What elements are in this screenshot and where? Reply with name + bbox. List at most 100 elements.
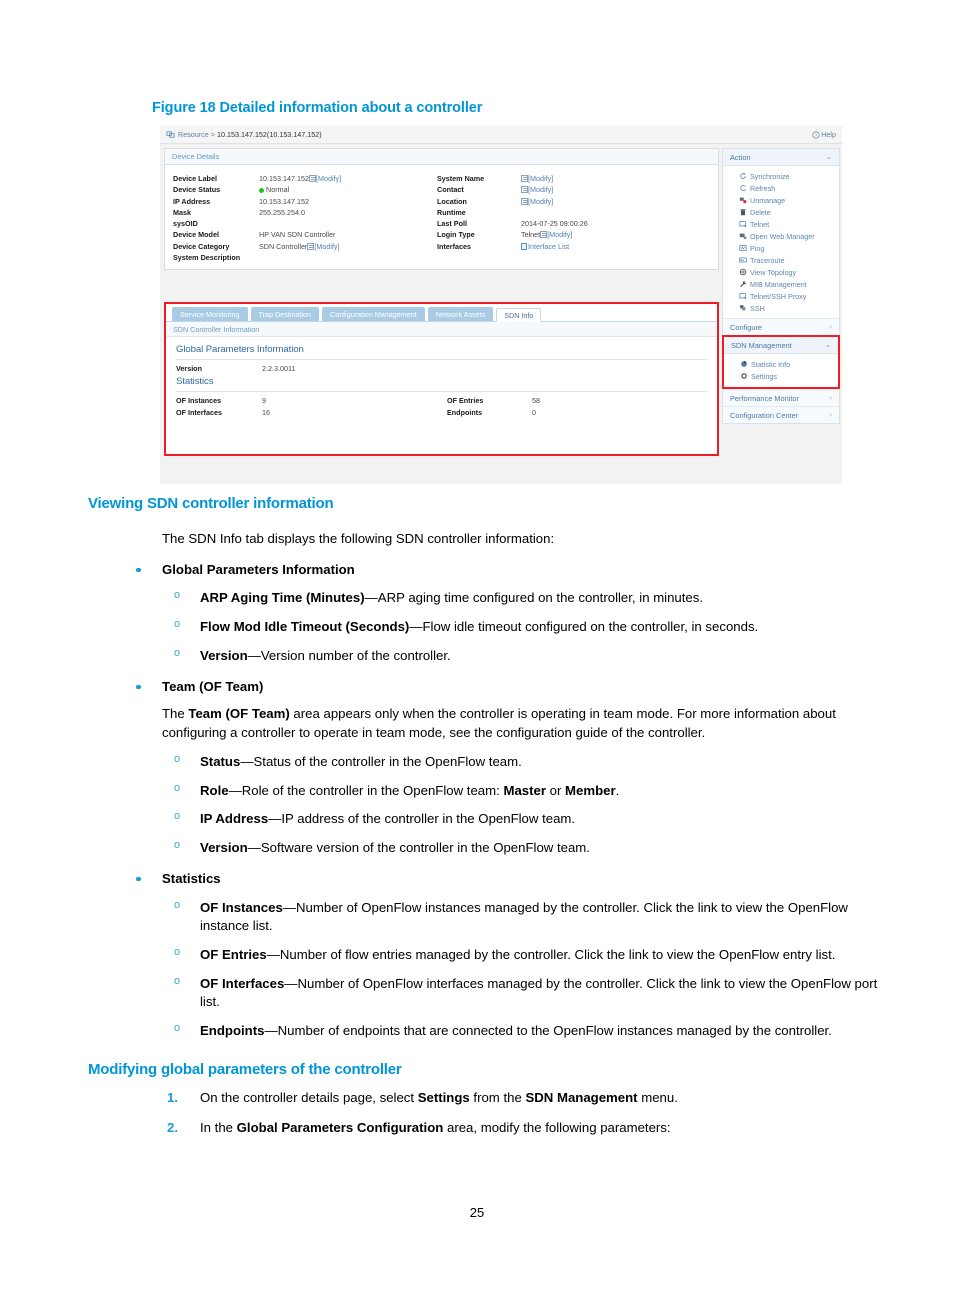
figure-caption: Figure 18 Detailed information about a c… [152, 100, 483, 116]
step-text-a: In the [200, 1119, 237, 1135]
ping-icon [739, 245, 747, 251]
field-label: Interfaces [437, 241, 471, 251]
action-item-ping[interactable]: Ping [723, 242, 839, 254]
field-label: Device Category [173, 241, 230, 251]
configuration-center-section-header[interactable]: Configuration Center › [723, 406, 839, 423]
desc: —ARP aging time configured on the contro… [364, 590, 704, 606]
interface-list-link[interactable]: Interface List [528, 242, 569, 251]
tab-trap-destination[interactable]: Trap Destination [250, 307, 319, 321]
field-label: Location [437, 196, 467, 206]
step-text-mid: from the [469, 1089, 526, 1105]
field-label: Login Type [437, 230, 475, 240]
stat-value-of-instances[interactable]: 9 [262, 396, 447, 405]
configuration-center-title: Configuration Center [730, 410, 799, 420]
sdn-item-settings[interactable]: Settings [724, 370, 838, 382]
term: Version [200, 840, 248, 856]
modify-link[interactable]: [Modify] [528, 174, 553, 183]
performance-monitor-section-header[interactable]: Performance Monitor › [723, 389, 839, 406]
term: Status [200, 753, 241, 769]
modify-icon[interactable] [521, 186, 528, 194]
sub-item-arp-aging-time: ARP Aging Time (Minutes)—ARP aging time … [174, 588, 884, 608]
action-item-view-topology[interactable]: View Topology [723, 266, 839, 278]
modify-icon[interactable] [540, 231, 548, 239]
modify-link[interactable]: [Modify] [316, 174, 341, 183]
tab-bar: Service Monitoring Trap Destination Conf… [166, 304, 717, 322]
action-label: Telnet/SSH Proxy [750, 291, 807, 301]
sub-item-of-interfaces: OF Interfaces—Number of OpenFlow interfa… [174, 974, 884, 1012]
document-body: Viewing SDN controller information The S… [0, 495, 954, 1137]
chevron-down-icon: ⌄ [826, 154, 832, 161]
telnet-icon [739, 221, 747, 228]
sdn-item-label: Settings [751, 371, 777, 381]
desc: —Number of flow entries managed by the c… [266, 947, 836, 963]
desc-b: . [615, 782, 620, 798]
stat-value-of-interfaces[interactable]: 16 [262, 408, 447, 417]
term: OF Instances [200, 899, 283, 915]
field-label: Last Poll [437, 219, 467, 229]
status-dot-icon [259, 187, 264, 193]
action-item-open-web-manager[interactable]: Open Web Manager [723, 230, 839, 242]
sdn-controller-information-header: SDN Controller Information [166, 322, 717, 337]
action-item-telnet-ssh-proxy[interactable]: Telnet/SSH Proxy [723, 290, 839, 302]
modify-link[interactable]: [Modify] [528, 185, 553, 194]
desc: —Software version of the controller in t… [247, 840, 590, 856]
help-link[interactable]: ? Help [812, 130, 836, 139]
field-value: [Modify] [521, 197, 718, 206]
modify-icon[interactable] [307, 242, 315, 250]
modify-link[interactable]: [Modify] [547, 230, 572, 239]
global-parameters-title: Global Parameters Information [176, 344, 304, 355]
statistics-grid: OF Instances 9 OF Entries 58 OF Interfac… [166, 392, 717, 419]
svg-text:?: ? [815, 132, 818, 138]
tab-service-monitoring[interactable]: Service Monitoring [172, 307, 248, 321]
action-label: Telnet [750, 219, 770, 229]
breadcrumb-root[interactable]: Resource [178, 130, 209, 139]
step-1: 1. On the controller details page, select… [167, 1089, 884, 1108]
tab-configuration-management[interactable]: Configuration Management [322, 307, 425, 321]
role-member: Member [565, 782, 616, 798]
tab-network-assets[interactable]: Network Assets [427, 307, 494, 321]
step-bold-global-parameters-configuration: Global Parameters Configuration [236, 1119, 444, 1135]
tab-sdn-info[interactable]: SDN Info [496, 308, 542, 322]
step-number: 1. [167, 1089, 178, 1105]
step-text-a: On the controller details page, select [200, 1089, 418, 1105]
sdn-item-statistic-info[interactable]: Statistic Info [724, 358, 838, 370]
ssh-icon [740, 305, 746, 311]
stat-label: OF Instances [176, 396, 222, 405]
version-value: 2.2.3.0011 [262, 364, 296, 373]
role-master: Master [503, 782, 546, 798]
telnet-ssh-proxy-icon [739, 293, 747, 300]
field-label: Device Label [173, 174, 217, 183]
web-manager-icon [739, 233, 747, 240]
modify-icon[interactable] [308, 175, 316, 182]
team-paragraph: The Team (OF Team) area appears only whe… [162, 705, 884, 742]
action-item-traceroute[interactable]: Traceroute [723, 254, 839, 266]
action-item-unmanage[interactable]: Unmanage [723, 194, 839, 206]
wrench-icon [740, 281, 747, 288]
sub-item-status: Status—Status of the controller in the O… [174, 752, 884, 772]
field-label: Mask [173, 207, 191, 217]
field-value [259, 219, 437, 228]
gear-icon [740, 372, 748, 380]
action-label: Synchronize [750, 171, 790, 181]
action-item-synchronize[interactable]: Synchronize [723, 170, 839, 182]
action-label: View Topology [750, 267, 797, 277]
action-item-mib-management[interactable]: MIB Management [723, 278, 839, 290]
step-number: 2. [167, 1119, 178, 1135]
action-item-ssh[interactable]: SSH [723, 302, 839, 314]
modify-icon[interactable] [521, 197, 528, 205]
field-label: Device Status [173, 185, 221, 195]
action-item-telnet[interactable]: Telnet [723, 218, 839, 230]
sdn-management-title: SDN Management [731, 340, 792, 350]
term: Endpoints [200, 1023, 265, 1039]
sdn-management-section-header[interactable]: SDN Management ⌄ [724, 337, 838, 354]
modify-icon[interactable] [521, 175, 528, 182]
action-section-header[interactable]: Action ⌄ [723, 149, 839, 166]
action-item-delete[interactable]: Delete [723, 206, 839, 218]
configure-section-header[interactable]: Configure › [723, 318, 839, 335]
field-value: HP VAN SDN Controller [259, 230, 336, 240]
action-item-refresh[interactable]: Refresh [723, 182, 839, 194]
modify-link[interactable]: [Modify] [528, 197, 553, 206]
modify-link[interactable]: [Modify] [314, 242, 339, 251]
stat-value-of-entries[interactable]: 58 [532, 396, 717, 405]
